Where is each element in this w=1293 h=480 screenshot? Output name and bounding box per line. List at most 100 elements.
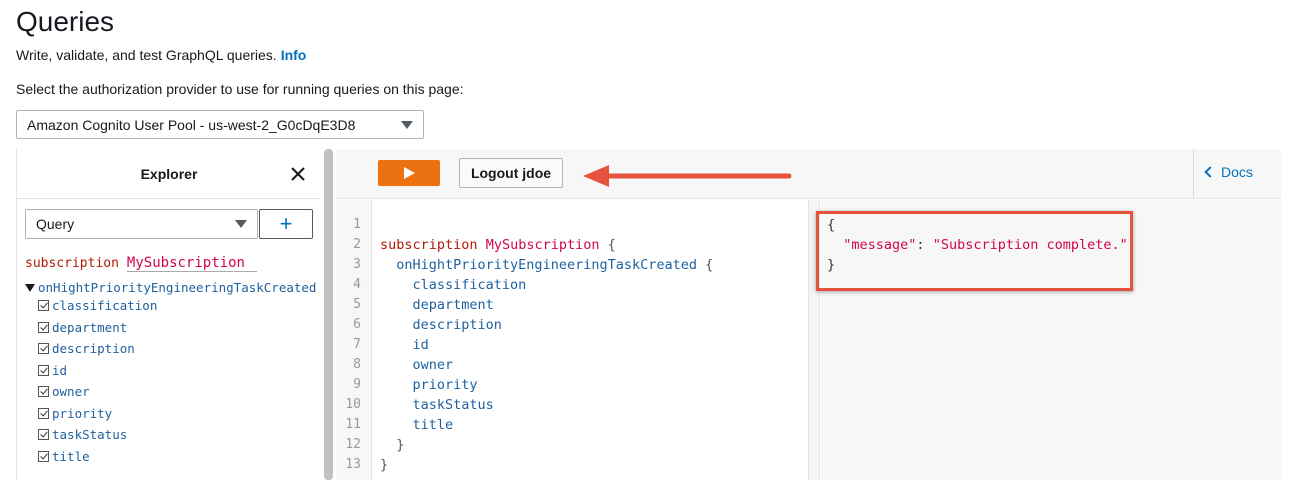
panel-resize-scrollbar[interactable] [324,149,333,480]
result-key: "message" [843,237,917,253]
plus-icon: + [279,211,293,236]
checkbox-checked[interactable] [38,407,49,419]
result-panel: { "message": "Subscription complete." } [821,200,1281,480]
code-line: } [380,437,404,453]
code-field: department [412,297,494,313]
checkbox-checked[interactable] [38,321,49,333]
code-field: title [412,417,454,433]
code-field: id [412,337,429,353]
code-brace: } [396,437,405,453]
code-line: classification [380,277,527,293]
field-item[interactable]: owner [38,381,313,403]
caret-down-icon [401,120,413,129]
code-line: taskStatus [380,397,494,413]
line-number: 4 [353,277,361,292]
field-item[interactable]: department [38,317,313,339]
subtitle-text: Write, validate, and test GraphQL querie… [16,47,277,63]
explorer-body: Query + subscription MySubscription onHi… [17,199,321,477]
line-number: 11 [345,417,361,432]
code-line: description [380,317,502,333]
line-number: 7 [353,337,361,352]
line-number: 1 [353,217,361,232]
root-field-toggle[interactable]: onHightPriorityEngineeringTaskCreated [25,280,317,295]
line-number: 8 [353,357,361,372]
line-number: 2 [353,237,361,252]
code-brace: { [705,257,714,273]
operation-type-value: Query [36,216,75,232]
line-number: 9 [353,377,361,392]
line-number: 10 [345,397,361,412]
code-field: owner [412,357,454,373]
field-label: classification [52,298,158,314]
code-line: } [380,457,388,473]
field-label: description [52,341,135,357]
field-label: title [52,448,90,464]
code-keyword: subscription [380,237,478,253]
field-item[interactable]: taskStatus [38,424,313,446]
checkbox-checked[interactable] [38,364,49,376]
code-field: description [412,317,502,333]
docs-label: Docs [1221,164,1253,180]
code-brace: { [607,237,616,253]
line-number: 12 [345,437,361,452]
auth-provider-label: Select the authorization provider to use… [16,81,464,97]
code-root-field: onHightPriorityEngineeringTaskCreated [396,257,697,273]
field-list: classification department description id… [38,295,313,467]
explorer-title: Explorer [140,165,198,182]
code-line: title [380,417,454,433]
line-number: 13 [345,457,361,472]
code-line: department [380,297,494,313]
editor-scrollbar[interactable] [808,200,820,480]
code-line: subscription MySubscription { [380,237,616,253]
checkbox-checked[interactable] [38,450,49,462]
field-label: taskStatus [52,427,128,443]
code-op-name: MySubscription [485,237,600,253]
line-number: 5 [353,297,361,312]
result-line: { [827,217,835,233]
operation-type-select[interactable]: Query [25,209,258,239]
result-value: "Subscription complete." [932,237,1128,253]
field-label: department [52,319,128,335]
query-editor[interactable]: 1 2 3 4 5 6 7 8 9 10 11 12 13 subscripti… [336,200,808,480]
checkbox-checked[interactable] [38,343,49,355]
field-item[interactable]: description [38,338,313,360]
operation-row: Query + [25,209,313,239]
code-line: priority [380,377,478,393]
play-icon [403,167,415,179]
add-operation-button[interactable]: + [258,209,313,239]
explorer-header: Explorer [17,149,321,199]
line-number-gutter: 1 2 3 4 5 6 7 8 9 10 11 12 13 [336,200,372,480]
field-label: priority [52,405,113,421]
auth-provider-value: Amazon Cognito User Pool - us-west-2_G0c… [27,116,356,133]
code-field: priority [412,377,478,393]
editor-area: Logout jdoe Docs 1 2 3 4 5 6 7 8 9 10 11… [336,149,1281,480]
result-colon: : [916,237,933,253]
operation-name-input[interactable]: MySubscription [126,255,257,272]
run-query-button[interactable] [378,160,440,186]
caret-down-icon [234,220,247,228]
field-item[interactable]: title [38,446,313,468]
explorer-panel: Explorer Query + subscription MySubscrip… [16,149,321,480]
close-icon[interactable] [289,165,307,183]
docs-button[interactable]: Docs [1204,164,1253,180]
checkbox-checked[interactable] [38,386,49,398]
result-line: } [827,257,835,273]
code-brace: } [380,457,389,473]
root-field-label: onHightPriorityEngineeringTaskCreated [38,280,317,295]
field-item[interactable]: id [38,360,313,382]
page-title: Queries [16,6,115,37]
docs-divider [1193,149,1194,199]
operation-keyword: subscription [25,256,119,271]
line-number: 3 [353,257,361,272]
info-link[interactable]: Info [281,47,307,63]
checkbox-checked[interactable] [38,429,49,441]
field-item[interactable]: priority [38,403,313,425]
result-line: "message": "Subscription complete." [827,237,1128,253]
field-label: owner [52,384,90,400]
page-subtitle: Write, validate, and test GraphQL querie… [16,47,306,63]
line-number: 6 [353,317,361,332]
field-item[interactable]: classification [38,295,313,317]
logout-button[interactable]: Logout jdoe [459,158,563,188]
auth-provider-select[interactable]: Amazon Cognito User Pool - us-west-2_G0c… [16,110,424,139]
checkbox-checked[interactable] [38,300,49,312]
